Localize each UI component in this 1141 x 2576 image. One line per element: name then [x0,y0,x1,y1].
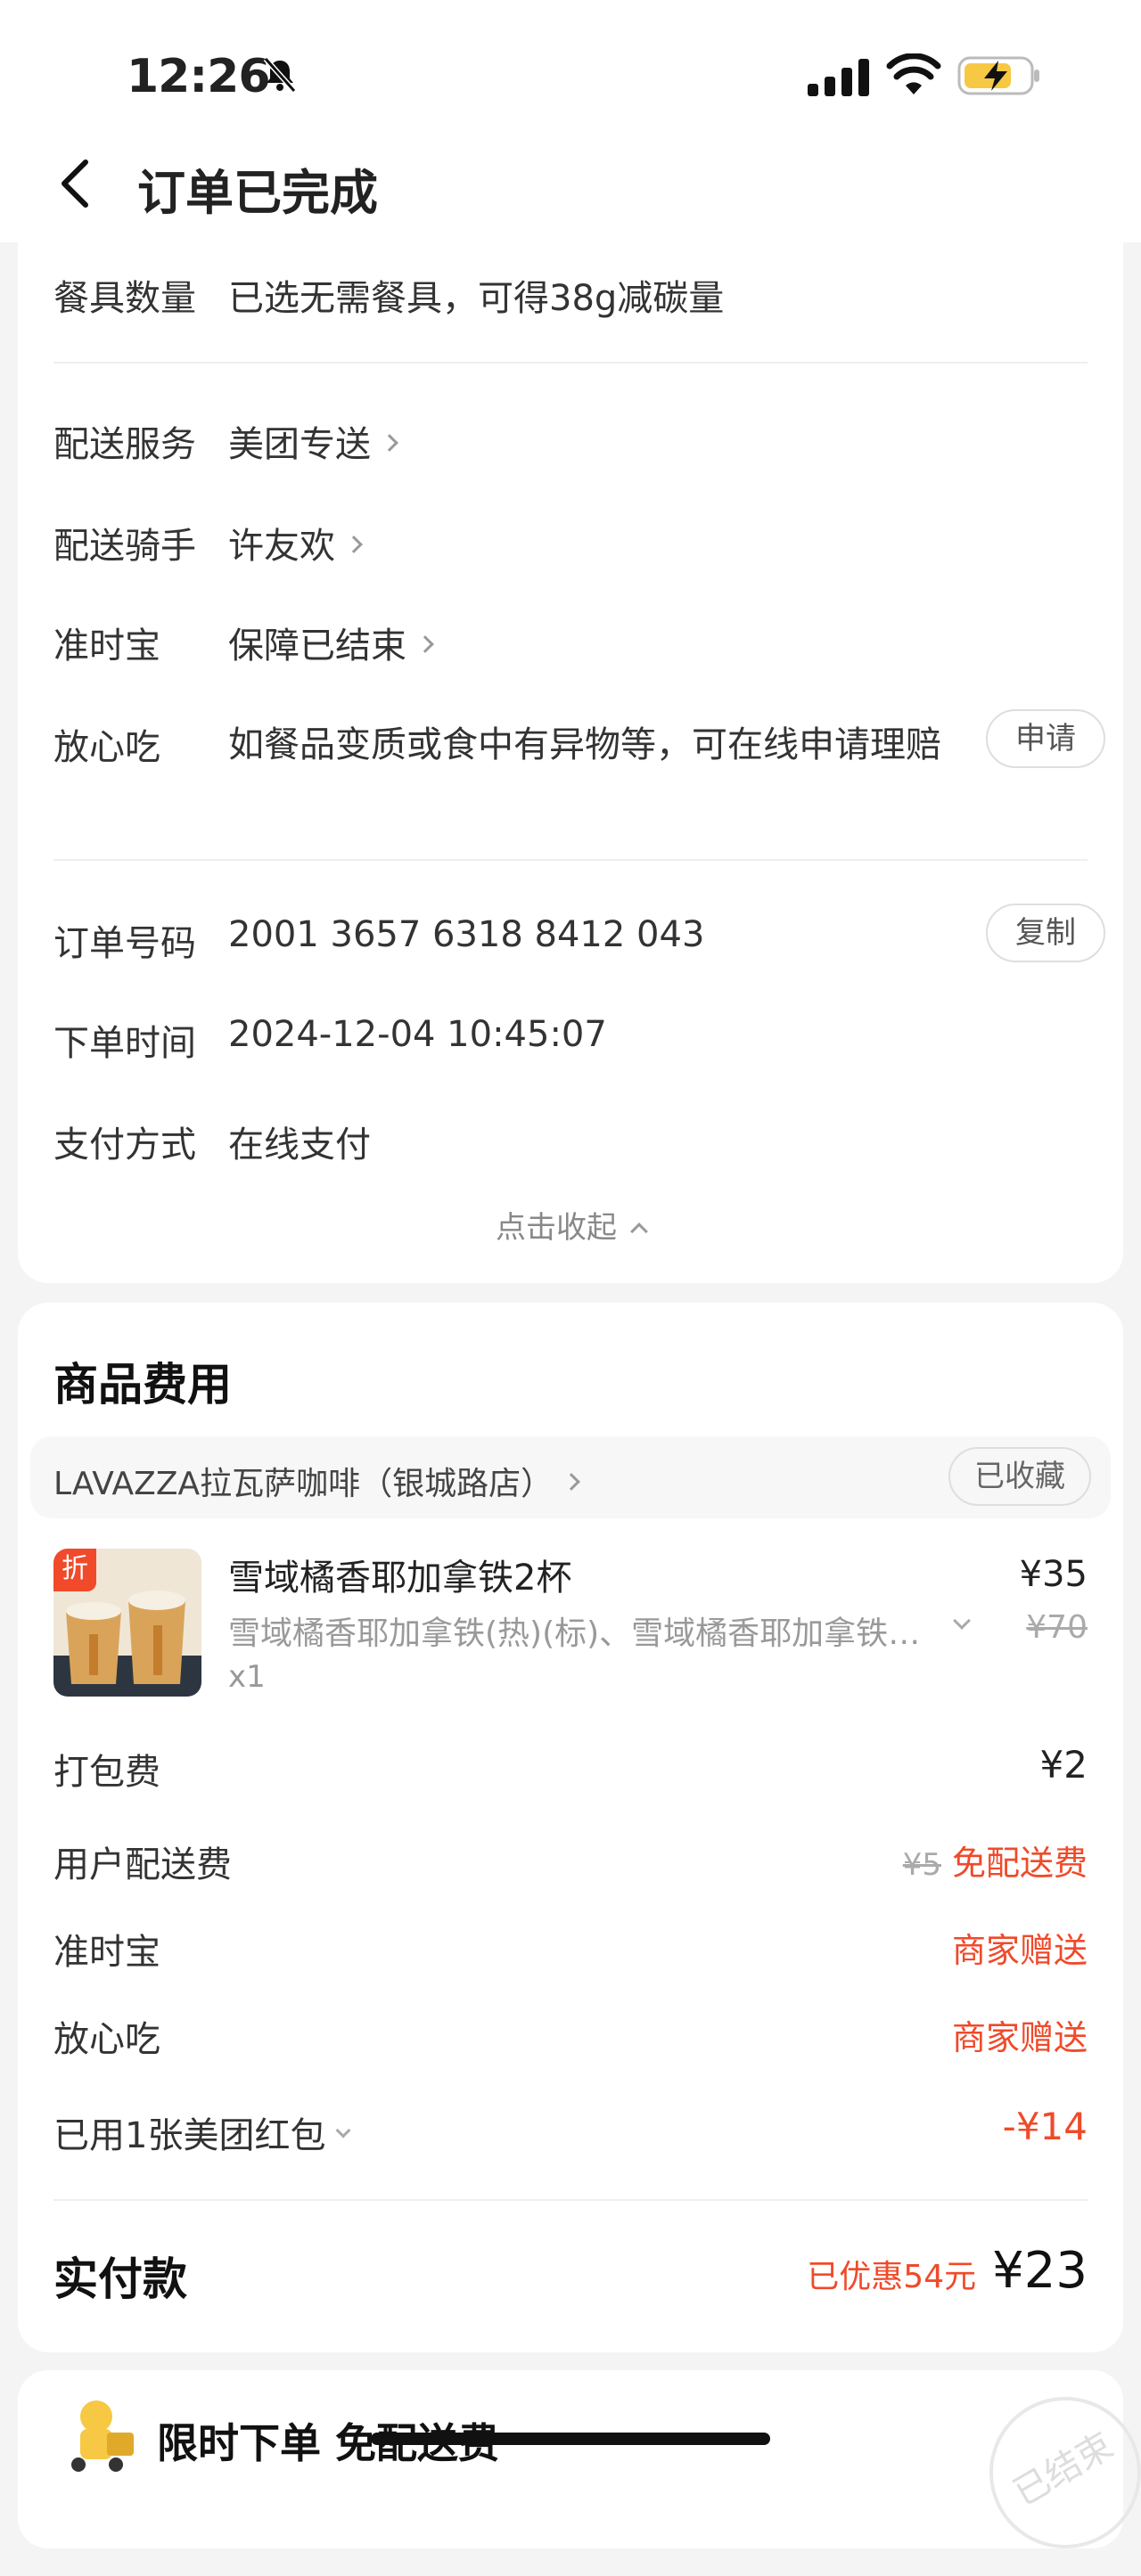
product-price: ¥35 [1019,1554,1088,1595]
goods-section-title: 商品费用 [53,1359,232,1411]
divider [53,859,1088,861]
delivery-fee-value: 免配送费 [951,1844,1088,1883]
rider-link[interactable]: 许友欢 [228,517,363,568]
divider [53,362,1088,364]
favorite-button[interactable]: 已收藏 [948,1447,1091,1506]
tableware-value: 已选无需餐具，可得38g减碳量 [228,278,725,319]
top-bar: 12:26 订单已完成 [0,0,1141,242]
delivery-fee-label: 用户配送费 [53,1844,232,1885]
discount-tag: 折 [53,1549,96,1591]
safe-eat-fee-value: 商家赠送 [951,2018,1088,2057]
product-name: 雪域橘香耶加拿铁2杯 [228,1558,572,1599]
ontime-fee-label: 准时宝 [53,1932,160,1973]
order-no-value: 2001 3657 6318 8412 043 [228,914,705,955]
ontime-link[interactable]: 保障已结束 [228,617,434,668]
store-name-link[interactable]: LAVAZZA拉瓦萨咖啡（银城路店） [53,1458,581,1504]
product-desc: 雪域橘香耶加拿铁(热)(标)、雪域橘香耶加拿铁(… [228,1615,923,1652]
expand-desc-button[interactable] [943,1611,971,1631]
payment-label: 支付方式 [53,1124,196,1165]
packing-fee-value: ¥2 [1039,1743,1088,1787]
store-name: LAVAZZA拉瓦萨咖啡（银城路店） [53,1466,554,1502]
battery-charging-icon [957,56,1039,95]
apply-button[interactable]: 申请 [986,709,1105,768]
safe-eat-fee-label: 放心吃 [53,2019,160,2060]
paid-value: ¥23 [992,2242,1088,2300]
chevron-up-icon [630,1222,648,1240]
paid-label: 实付款 [53,2253,187,2305]
page-title: 订单已完成 [137,165,378,221]
rider-label: 配送骑手 [53,526,196,567]
delivery-fee-original: ¥5 [902,1847,941,1883]
delivery-rider-icon [71,2400,134,2472]
delivery-service-link[interactable]: 美团专送 [228,415,398,467]
paid-group: 已优惠54元 ¥23 [807,2242,1088,2300]
collapse-button[interactable]: 点击收起 [0,1203,1141,1247]
chevron-down-icon [953,1611,971,1630]
chevron-right-icon [381,434,398,452]
packing-fee-label: 打包费 [53,1752,160,1793]
rider-value: 许友欢 [228,526,335,567]
product-image[interactable]: 折 [53,1549,201,1697]
chevron-right-icon [562,1473,581,1491]
ontime-label: 准时宝 [53,626,160,666]
order-no-label: 订单号码 [53,923,196,964]
ontime-value: 保障已结束 [228,626,406,666]
home-indicator [371,2433,770,2445]
chevron-right-icon [345,536,363,553]
order-time-value: 2024-12-04 10:45:07 [228,1014,607,1055]
bell-muted-icon [263,57,297,93]
store-row[interactable]: LAVAZZA拉瓦萨咖啡（银城路店） 已收藏 [30,1436,1111,1518]
ended-stamp-text: 已结束 [1006,2425,1120,2515]
order-time-label: 下单时间 [53,1023,196,1064]
signal-icon [808,59,869,96]
status-time: 12:26 [127,50,271,103]
copy-button[interactable]: 复制 [986,904,1105,962]
chevron-right-icon [416,635,434,653]
redpacket-value: -¥14 [1002,2105,1088,2148]
safe-eat-label: 放心吃 [53,727,160,768]
redpacket-toggle[interactable]: 已用1张美团红包 [53,2106,351,2158]
divider [53,2199,1088,2201]
wifi-icon [886,53,941,94]
product-original-price: ¥70 [1026,1609,1088,1646]
collapse-label: 点击收起 [496,1210,617,1246]
delivery-service-label: 配送服务 [53,424,196,465]
tableware-label: 餐具数量 [53,278,196,319]
chevron-down-icon [335,2122,351,2138]
safe-eat-value: 如餐品变质或食中有异物等，可在线申请理赔 [228,724,941,765]
product-qty: x1 [228,1659,266,1695]
delivery-service-value: 美团专送 [228,424,371,465]
payment-value: 在线支付 [228,1124,371,1165]
redpacket-label: 已用1张美团红包 [53,2115,326,2156]
delivery-fee-group: ¥5 免配送费 [903,1836,1088,1885]
ontime-fee-value: 商家赠送 [951,1931,1088,1970]
back-button[interactable] [50,151,100,216]
saved-text: 已优惠54元 [807,2259,977,2295]
